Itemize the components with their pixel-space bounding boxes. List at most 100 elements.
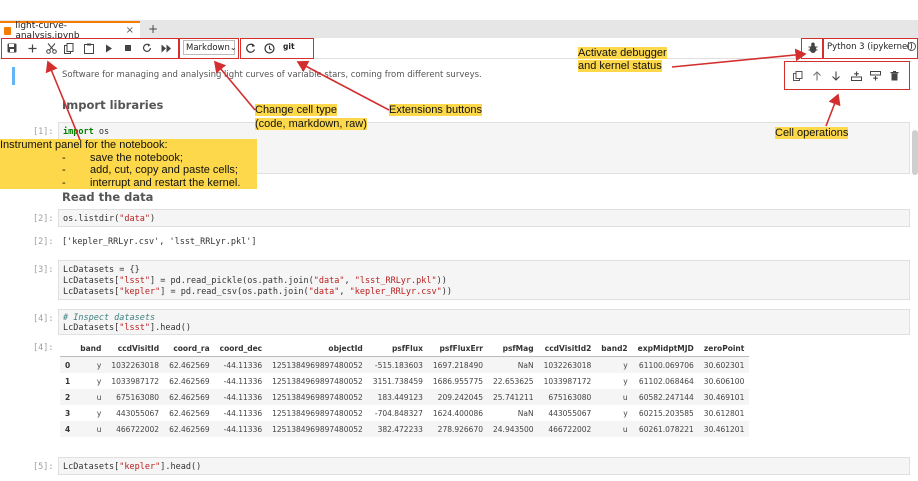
table-cell: 443055067 bbox=[116, 408, 160, 418]
active-cell-indicator bbox=[12, 67, 15, 85]
table-cell: -44.11336 bbox=[214, 421, 268, 437]
chevron-down-icon: ⌄ bbox=[229, 43, 237, 52]
table-cell: 675163080 bbox=[538, 389, 597, 405]
table-cell: 30.612801 bbox=[703, 408, 745, 418]
close-icon[interactable]: × bbox=[126, 25, 134, 36]
table-cell: NaN bbox=[517, 408, 534, 418]
table-cell: -44.11336 bbox=[214, 389, 268, 405]
table-cell: u bbox=[75, 389, 107, 405]
clock-icon[interactable] bbox=[262, 40, 276, 56]
delete-icon[interactable] bbox=[888, 70, 900, 82]
annotation-debugger-line2: and kernel status bbox=[578, 60, 662, 72]
annotation-item-text: add, cut, copy and paste cells; bbox=[90, 164, 238, 176]
dash: - bbox=[62, 151, 66, 164]
table-header-cell: ccdVisitId2 bbox=[538, 340, 597, 357]
table-cell: 278.926670 bbox=[427, 421, 489, 437]
run-icon[interactable] bbox=[102, 40, 116, 56]
cell2-code: os.listdir("data") bbox=[63, 214, 155, 224]
annotation-item-text: save the notebook; bbox=[90, 151, 183, 164]
code-cell-3[interactable]: LcDatasets = {} LcDatasets["lsst"] = pd.… bbox=[58, 260, 910, 300]
c3l2e: , bbox=[344, 276, 355, 286]
table-cell: 675163080 bbox=[106, 389, 165, 405]
cell4-comment: # Inspect datasets bbox=[63, 313, 156, 323]
duplicate-icon[interactable] bbox=[792, 70, 804, 82]
table-row: 3 y 443055067 62.462569 -44.11336 12513849698… bbox=[60, 405, 749, 421]
table-cell: y bbox=[96, 376, 102, 386]
table-cell: 382.472233 bbox=[367, 421, 428, 437]
table-header-cell bbox=[60, 340, 76, 357]
c3l3a: LcDatasets[ bbox=[63, 287, 120, 297]
table-cell: 1251384969897480052 bbox=[267, 421, 368, 437]
kernel-name[interactable]: Python 3 (ipykernel) bbox=[827, 42, 913, 52]
table-header-cell: coord_dec bbox=[214, 340, 268, 357]
annotation-item-text: interrupt and restart the kernel. bbox=[90, 176, 241, 189]
table-cell: 1032263018 bbox=[106, 356, 165, 373]
bug-icon[interactable] bbox=[807, 41, 819, 54]
c3l2a: LcDatasets[ bbox=[63, 276, 120, 286]
refresh-icon[interactable] bbox=[243, 40, 257, 56]
restart-icon[interactable] bbox=[140, 40, 154, 56]
git-icon[interactable]: git bbox=[283, 42, 295, 51]
tab-notebook[interactable]: light-curve-analysis.ipynb × bbox=[0, 21, 140, 41]
cut-icon[interactable] bbox=[44, 40, 58, 56]
table-cell: 1697.218490 bbox=[427, 356, 489, 373]
kernel-status-icon bbox=[907, 42, 916, 51]
table-cell: u bbox=[596, 421, 633, 437]
c3l2f: "lsst_RRLyr.pkl" bbox=[354, 276, 437, 286]
save-icon[interactable] bbox=[5, 40, 19, 56]
new-tab-button[interactable]: + bbox=[146, 21, 160, 37]
move-up-icon[interactable] bbox=[811, 70, 823, 82]
table-cell: NaN bbox=[488, 356, 539, 373]
table-cell: 3151.738459 bbox=[372, 376, 423, 386]
table-header-cell: zeroPoint bbox=[698, 340, 750, 357]
annotation-item: - save the notebook; bbox=[0, 152, 257, 165]
table-cell: 25.741211 bbox=[488, 389, 539, 405]
heading-import-libraries: Import libraries bbox=[62, 98, 164, 112]
table-cell: 30.606100 bbox=[703, 376, 745, 386]
insert-above-icon[interactable] bbox=[850, 70, 862, 82]
fast-forward-icon[interactable] bbox=[159, 40, 173, 56]
table-cell: -44.11336 bbox=[223, 376, 263, 386]
cell2-fn: os.listdir( bbox=[63, 214, 120, 224]
table-header-cell: psfMag bbox=[488, 340, 539, 357]
annotation-cell-operations: Cell operations bbox=[775, 127, 849, 139]
table-header-row: band ccdVisitId coord_ra coord_dec objectId p… bbox=[60, 340, 750, 357]
c3l2b: "lsst" bbox=[119, 276, 151, 286]
annotation-instrument-panel: Instrument panel for the notebook: - save… bbox=[0, 139, 257, 189]
scrollbar[interactable] bbox=[912, 130, 918, 175]
add-icon[interactable] bbox=[25, 40, 39, 56]
annotation-instrument-title: Instrument panel for the notebook: bbox=[0, 139, 168, 151]
table-cell: 22.653625 bbox=[493, 376, 534, 386]
table-cell: 62.462569 bbox=[169, 376, 210, 386]
copy-icon[interactable] bbox=[62, 40, 76, 56]
c3l2c: ] = pd.read_pickle(os.path.join( bbox=[150, 276, 314, 286]
table-cell: 1251384969897480052 bbox=[272, 408, 363, 418]
cell3-line2: LcDatasets["lsst"] = pd.read_pickle(os.p… bbox=[63, 276, 447, 286]
code-cell-4[interactable]: # Inspect datasets LcDatasets["lsst"].he… bbox=[58, 309, 910, 335]
out2-text: ['kepler_RRLyr.csv', 'lsst_RRLyr.pkl'] bbox=[62, 237, 257, 247]
table-header-cell: ccdVisitId bbox=[106, 340, 165, 357]
c4l2a: LcDatasets[ bbox=[63, 323, 120, 333]
c3l3g: )) bbox=[441, 287, 452, 297]
table-cell: 183.449123 bbox=[367, 389, 428, 405]
table-cell: 1033987172 bbox=[543, 376, 592, 386]
code-cell-5[interactable]: LcDatasets["kepler"].head() bbox=[58, 457, 910, 475]
table-row-index: 1 bbox=[65, 376, 71, 386]
move-down-icon[interactable] bbox=[830, 70, 842, 82]
table-cell: 443055067 bbox=[548, 408, 592, 418]
table-row: 1 y 1033987172 62.462569 -44.11336 1251384969… bbox=[60, 373, 749, 389]
table-cell: u bbox=[596, 389, 633, 405]
code-cell-2[interactable]: os.listdir("data") bbox=[58, 209, 910, 227]
stop-icon[interactable] bbox=[121, 40, 135, 56]
table-cell: -704.848327 bbox=[374, 408, 423, 418]
cell-type-select[interactable]: Markdown ⌄ bbox=[183, 40, 237, 55]
cell1-code: import os bbox=[63, 127, 109, 137]
paste-icon[interactable] bbox=[82, 40, 96, 56]
table-cell: 30.602301 bbox=[698, 356, 750, 373]
table-row-index: 4 bbox=[60, 421, 76, 437]
cell1-prompt: [1]: bbox=[33, 127, 54, 137]
table-cell: 1251384969897480052 bbox=[267, 389, 368, 405]
insert-below-icon[interactable] bbox=[869, 70, 881, 82]
table-cell: u bbox=[75, 421, 107, 437]
c5a: LcDatasets[ bbox=[63, 462, 120, 472]
